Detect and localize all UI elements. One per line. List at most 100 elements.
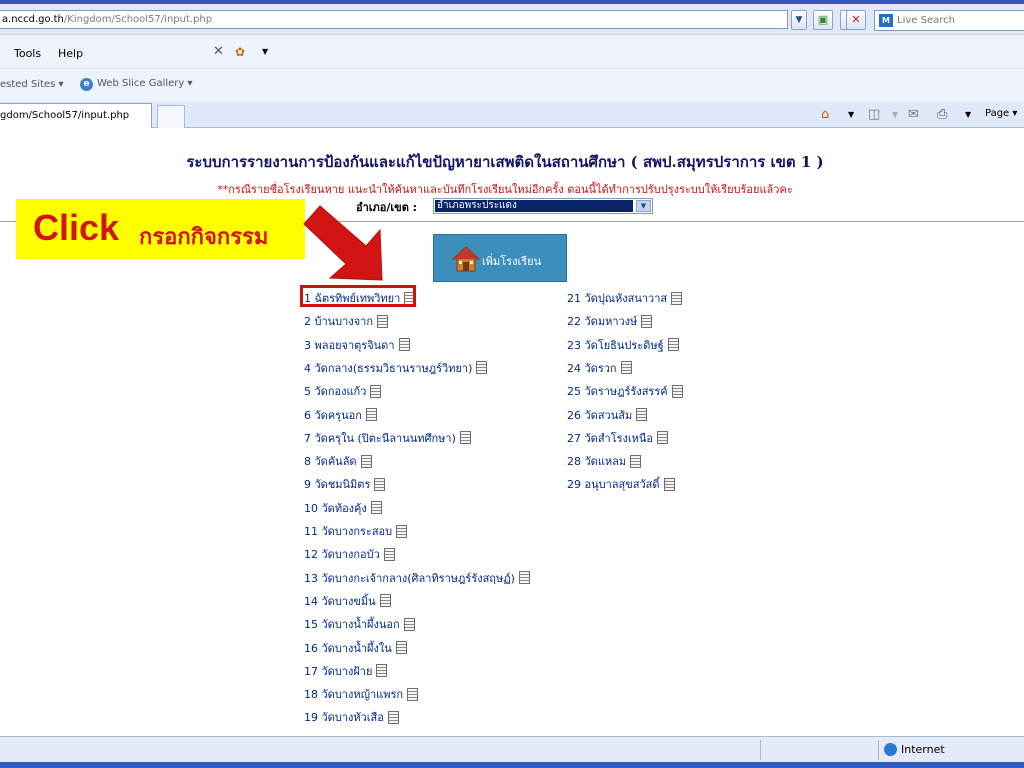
school-link-left-19[interactable]: 19 วัดบางหัวเสือ	[304, 710, 399, 725]
school-name: 29 อนุบาลสุขสวัสดิ์	[567, 478, 660, 492]
school-link-left-2[interactable]: 2 บ้านบางจาก	[304, 314, 388, 329]
status-separator	[760, 740, 761, 760]
memo-icon[interactable]	[376, 664, 388, 678]
school-name: 5 วัดกองแก้ว	[304, 385, 367, 399]
memo-icon[interactable]	[403, 617, 415, 631]
memo-icon[interactable]	[377, 314, 388, 328]
memo-icon[interactable]	[370, 384, 382, 398]
memo-icon[interactable]	[374, 477, 386, 491]
memo-icon[interactable]	[667, 338, 679, 352]
school-link-left-8[interactable]: 8 วัดคันลัด	[304, 454, 372, 469]
school-name: 2 บ้านบางจาก	[304, 315, 373, 329]
chevron-down-icon[interactable]: ▼	[848, 110, 854, 119]
security-zone[interactable]: Internet	[884, 742, 945, 757]
compatibility-view-icon[interactable]: ▣	[813, 10, 833, 30]
memo-icon[interactable]	[663, 477, 675, 491]
school-link-right-9[interactable]: 29 อนุบาลสุขสวัสดิ์	[567, 477, 675, 492]
memo-icon[interactable]	[395, 641, 407, 654]
memo-icon[interactable]	[379, 594, 391, 608]
school-link-right-6[interactable]: 26 วัดสวนส้ม	[567, 408, 648, 423]
school-name: 14 วัดบางขมิ้น	[304, 594, 376, 608]
memo-icon[interactable]	[630, 454, 642, 468]
school-name: 11 วัดบางกระสอบ	[304, 525, 393, 538]
search-input[interactable]: M Live Search	[874, 10, 1024, 31]
tab-active[interactable]: gdom/School57/input.php	[0, 103, 152, 128]
school-link-left-10[interactable]: 10 วัดท้องคุ้ง	[304, 501, 382, 516]
home-icon[interactable]: ⌂	[821, 107, 829, 122]
search-placeholder: Live Search	[897, 15, 955, 26]
memo-icon[interactable]	[476, 361, 488, 375]
school-link-right-5[interactable]: 25 วัดราษฎร์รังสรรค์	[567, 384, 683, 399]
school-link-left-16[interactable]: 16 วัดบางน้ำผึ้งใน	[304, 641, 407, 656]
addon-icon[interactable]: ✿	[235, 45, 245, 59]
memo-icon[interactable]	[641, 314, 653, 328]
memo-icon[interactable]	[370, 501, 382, 515]
school-link-left-12[interactable]: 12 วัดบางกอบัว	[304, 547, 395, 562]
school-link-left-7[interactable]: 7 วัดครุใน (ปิตะนีลานนทศึกษา)	[304, 431, 471, 446]
chevron-down-icon[interactable]: ▼	[965, 110, 971, 119]
district-select[interactable]: อำเภอพระประแดง ▼	[433, 198, 653, 214]
school-link-left-3[interactable]: 3 พลอยจาตุรจินดา	[304, 338, 410, 353]
school-link-left-18[interactable]: 18 วัดบางหญ้าแพรก	[304, 687, 419, 702]
memo-icon[interactable]	[407, 687, 419, 701]
school-link-left-4[interactable]: 4 วัดกลาง(ธรรมวิธานราษฎร์วิทยา)	[304, 361, 488, 376]
school-link-right-1[interactable]: 21 วัดปุณหังสนาวาส	[567, 291, 683, 306]
new-tab-button[interactable]	[157, 105, 185, 128]
page-menu[interactable]: Page ▾	[985, 108, 1017, 119]
suggested-sites-link[interactable]: ested Sites ▾	[0, 79, 64, 90]
school-link-left-9[interactable]: 9 วัดชมนิมิตร	[304, 477, 386, 492]
feeds-icon[interactable]: ◫	[868, 107, 880, 122]
school-link-right-7[interactable]: 27 วัดสำโรงเหนือ	[567, 431, 669, 446]
chevron-down-icon[interactable]: ▼	[892, 110, 898, 119]
print-icon[interactable]: ⎙	[937, 107, 947, 122]
school-link-left-15[interactable]: 15 วัดบางน้ำผึ้งนอก	[304, 617, 415, 632]
memo-icon[interactable]	[365, 408, 377, 421]
address-bar[interactable]: a.nccd.go.th/Kingdom/School57/input.php	[0, 10, 788, 29]
memo-icon[interactable]	[459, 431, 471, 445]
callout-thai-text: กรอกกิจกรรม	[139, 225, 269, 250]
school-name: 8 วัดคันลัด	[304, 455, 357, 469]
add-school-button[interactable]: เพิ่มโรงเรียน	[433, 234, 567, 282]
menu-help[interactable]: Help	[58, 47, 83, 60]
stop-icon[interactable]: ✕	[846, 10, 866, 30]
memo-icon[interactable]	[657, 431, 669, 445]
school-name: 16 วัดบางน้ำผึ้งใน	[304, 641, 392, 655]
chevron-down-icon[interactable]: ▼	[636, 200, 651, 212]
memo-icon[interactable]	[396, 524, 408, 538]
school-link-left-6[interactable]: 6 วัดครุนอก	[304, 408, 377, 423]
mail-icon[interactable]: ✉	[908, 107, 919, 122]
status-separator	[878, 740, 879, 760]
school-link-left-14[interactable]: 14 วัดบางขมิ้น	[304, 594, 391, 609]
school-name: 22 วัดมหาวงษ์	[567, 315, 638, 329]
tab-bar: gdom/School57/input.php ⌂ ▼ ◫ ▼ ✉ ⎙ ▼ Pa…	[0, 102, 1024, 128]
memo-icon[interactable]	[518, 571, 530, 585]
close-toolbar-icon[interactable]: ✕	[213, 44, 224, 59]
memo-icon[interactable]	[671, 384, 683, 398]
school-link-left-13[interactable]: 13 วัดบางกะเจ้ากลาง(ศิลาทิราษฎร์รังสฤษฏ์…	[304, 571, 530, 586]
school-link-right-8[interactable]: 28 วัดแหลม	[567, 454, 642, 469]
school-name: 25 วัดราษฎร์รังสรรค์	[567, 385, 668, 399]
memo-icon[interactable]	[360, 454, 372, 468]
favorites-bar: ested Sites ▾ e Web Slice Gallery ▾	[0, 68, 1024, 102]
school-link-right-3[interactable]: 23 วัดโยธินประดิษฐ์	[567, 338, 679, 353]
school-link-left-11[interactable]: 11 วัดบางกระสอบ	[304, 524, 408, 539]
web-slice-gallery-link[interactable]: e Web Slice Gallery ▾	[80, 78, 193, 91]
school-link-left-5[interactable]: 5 วัดกองแก้ว	[304, 384, 382, 399]
memo-icon[interactable]	[398, 338, 410, 352]
memo-icon[interactable]	[620, 361, 632, 375]
school-name: 7 วัดครุใน (ปิตะนีลานนทศึกษา)	[304, 431, 456, 445]
chevron-down-icon[interactable]: ▼	[262, 47, 268, 56]
memo-icon[interactable]	[383, 547, 395, 561]
school-link-right-4[interactable]: 24 วัดรวก	[567, 361, 632, 376]
address-domain: a.nccd.go.th	[2, 14, 64, 25]
address-dropdown-button[interactable]: ▼	[791, 10, 807, 30]
school-link-left-17[interactable]: 17 วัดบางฝ้าย	[304, 664, 388, 679]
memo-icon[interactable]	[671, 291, 683, 305]
address-toolbar: a.nccd.go.th/Kingdom/School57/input.php …	[0, 4, 1024, 34]
menu-tools[interactable]: Tools	[14, 47, 41, 60]
status-bar: Internet	[0, 736, 1024, 762]
taskbar-edge	[0, 762, 1024, 768]
memo-icon[interactable]	[636, 408, 648, 421]
memo-icon[interactable]	[387, 710, 399, 724]
school-link-right-2[interactable]: 22 วัดมหาวงษ์	[567, 314, 653, 329]
